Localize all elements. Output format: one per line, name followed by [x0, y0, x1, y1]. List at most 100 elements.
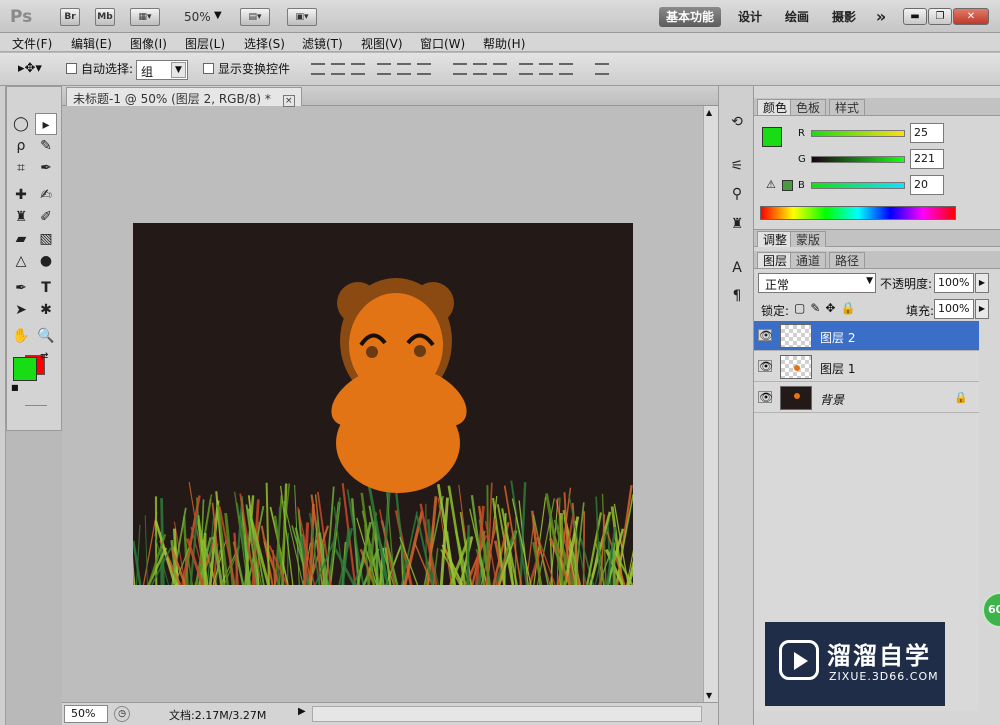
tab-swatches[interactable]: 色板 [790, 99, 827, 115]
bridge-button[interactable]: Br [60, 8, 80, 26]
layer-row[interactable]: 👁 图层 2 [754, 321, 979, 351]
path-select-icon[interactable]: ➤ [10, 299, 32, 321]
align-right-icon[interactable] [417, 63, 431, 75]
distribute-right-icon[interactable] [559, 63, 573, 75]
menu-image[interactable]: 图像(I) [130, 35, 167, 52]
gradient-tool-icon[interactable]: ▧ [35, 228, 57, 250]
distribute-left-icon[interactable] [519, 63, 533, 75]
distribute-vcenter-icon[interactable] [473, 63, 487, 75]
menu-view[interactable]: 视图(V) [361, 35, 403, 52]
lasso-tool-icon[interactable]: ρ [10, 135, 32, 157]
zoom-tool-icon[interactable]: 🔍 [35, 325, 57, 347]
auto-select-dropdown[interactable]: 组 ▼ [136, 60, 188, 80]
close-button[interactable]: ✕ [953, 8, 989, 25]
align-vcenter-icon[interactable] [331, 63, 345, 75]
restore-button[interactable]: ❐ [928, 8, 952, 25]
tab-masks[interactable]: 蒙版 [790, 231, 827, 247]
auto-align-icon[interactable] [595, 63, 609, 75]
layer-name[interactable]: 背景 [820, 391, 844, 408]
g-value[interactable]: 221 [910, 149, 944, 169]
menu-select[interactable]: 选择(S) [244, 35, 285, 52]
brush-tool-icon[interactable]: ✍ [35, 184, 57, 206]
eraser-tool-icon[interactable]: ▰ [10, 228, 32, 250]
menu-filter[interactable]: 滤镜(T) [302, 35, 343, 52]
b-value[interactable]: 20 [910, 175, 944, 195]
move-tool-icon[interactable]: ▸ [35, 113, 57, 135]
menu-layer[interactable]: 图层(L) [185, 35, 225, 52]
tab-layers[interactable]: 图层 [757, 252, 794, 268]
menu-file[interactable]: 文件(F) [12, 35, 52, 52]
eye-icon[interactable]: 👁 [758, 360, 773, 373]
opacity-slider-arrow-icon[interactable]: ▶ [975, 273, 989, 293]
layer-row[interactable]: 👁 图层 1 [754, 352, 979, 382]
zoom-level[interactable]: 50% [184, 10, 211, 24]
align-left-icon[interactable] [377, 63, 391, 75]
clone-source-icon[interactable]: ♜ [727, 214, 747, 234]
gamut-warning-icon[interactable]: ⚠ [766, 178, 776, 191]
dodge-tool-icon[interactable]: ● [35, 250, 57, 272]
crop-tool-icon[interactable]: ⌗ [10, 157, 32, 179]
screen-mode-button[interactable]: ▣▾ [287, 8, 317, 26]
gamut-swatch[interactable] [782, 180, 793, 191]
shape-tool-icon[interactable]: ✱ [35, 299, 57, 321]
swap-colors-icon[interactable]: ⇄ [40, 351, 48, 362]
align-bottom-icon[interactable] [351, 63, 365, 75]
history-brush-icon[interactable]: ✐ [35, 206, 57, 228]
lock-icons[interactable]: ▢✎✥🔒 [794, 301, 860, 315]
layer-row[interactable]: 👁 背景 🔒 [754, 383, 979, 413]
image-canvas[interactable] [133, 223, 633, 585]
workspace-photography[interactable]: 摄影 [827, 7, 861, 27]
b-slider[interactable] [811, 182, 905, 189]
show-transform-checkbox[interactable] [203, 61, 214, 75]
close-tab-icon[interactable]: × [282, 95, 295, 107]
r-slider[interactable] [811, 130, 905, 137]
tab-color[interactable]: 颜色 [757, 99, 794, 115]
layer-name[interactable]: 图层 1 [820, 360, 855, 377]
opacity-field[interactable]: 100% [934, 273, 974, 293]
eyedropper-tool-icon[interactable]: ✒ [35, 157, 57, 179]
align-top-icon[interactable] [311, 63, 325, 75]
horizontal-scrollbar[interactable] [312, 706, 702, 722]
character-panel-icon[interactable]: A [727, 258, 747, 278]
blend-mode-dropdown[interactable]: 正常 ▼ [758, 273, 876, 293]
status-menu-arrow-icon[interactable]: ▶ [298, 706, 306, 717]
pen-tool-icon[interactable]: ✒ [10, 277, 32, 299]
default-colors-icon[interactable]: ■ [11, 383, 19, 392]
workspace-painting[interactable]: 绘画 [779, 7, 815, 27]
quick-select-tool-icon[interactable]: ✎ [35, 135, 57, 157]
layer-name[interactable]: 图层 2 [820, 329, 855, 346]
blur-tool-icon[interactable]: △ [10, 250, 32, 272]
fill-field[interactable]: 100% [934, 299, 974, 319]
clone-stamp-icon[interactable]: ♜ [10, 206, 32, 228]
tab-channels[interactable]: 通道 [790, 252, 827, 268]
scroll-down-icon[interactable]: ▼ [706, 691, 712, 700]
arrange-documents-button[interactable]: ▤▾ [240, 8, 270, 26]
scroll-up-icon[interactable]: ▲ [706, 108, 712, 117]
menu-edit[interactable]: 编辑(E) [71, 35, 112, 52]
auto-select-checkbox[interactable] [66, 61, 77, 75]
workspace-essentials[interactable]: 基本功能 [659, 7, 721, 27]
view-extras-button[interactable]: ▦▾ [130, 8, 160, 26]
color-fg-swatch[interactable] [762, 127, 782, 147]
foreground-color-swatch[interactable] [13, 357, 37, 381]
brush-presets-icon[interactable]: ⚟ [727, 156, 747, 176]
status-info-icon[interactable]: ◷ [114, 706, 130, 722]
distribute-hcenter-icon[interactable] [539, 63, 553, 75]
healing-brush-icon[interactable]: ✚ [10, 184, 32, 206]
paragraph-panel-icon[interactable]: ¶ [727, 286, 747, 306]
eye-icon[interactable]: 👁 [758, 329, 773, 342]
tab-adjustments[interactable]: 调整 [757, 231, 794, 247]
distribute-bottom-icon[interactable] [493, 63, 507, 75]
hand-tool-icon[interactable]: ✋ [10, 325, 32, 347]
mini-bridge-button[interactable]: Mb [95, 8, 115, 26]
menu-help[interactable]: 帮助(H) [483, 35, 525, 52]
align-hcenter-icon[interactable] [397, 63, 411, 75]
move-tool-preset-icon[interactable]: ▸✥▾ [18, 61, 42, 76]
workspace-more[interactable]: » [869, 7, 893, 27]
type-tool-icon[interactable]: T [35, 277, 57, 299]
fill-slider-arrow-icon[interactable]: ▶ [975, 299, 989, 319]
marquee-tool-icon[interactable]: ◯ [10, 113, 32, 135]
eye-icon[interactable]: 👁 [758, 391, 773, 404]
zoom-dropdown-icon[interactable]: ▼ [214, 10, 222, 21]
tab-styles[interactable]: 样式 [829, 99, 866, 115]
